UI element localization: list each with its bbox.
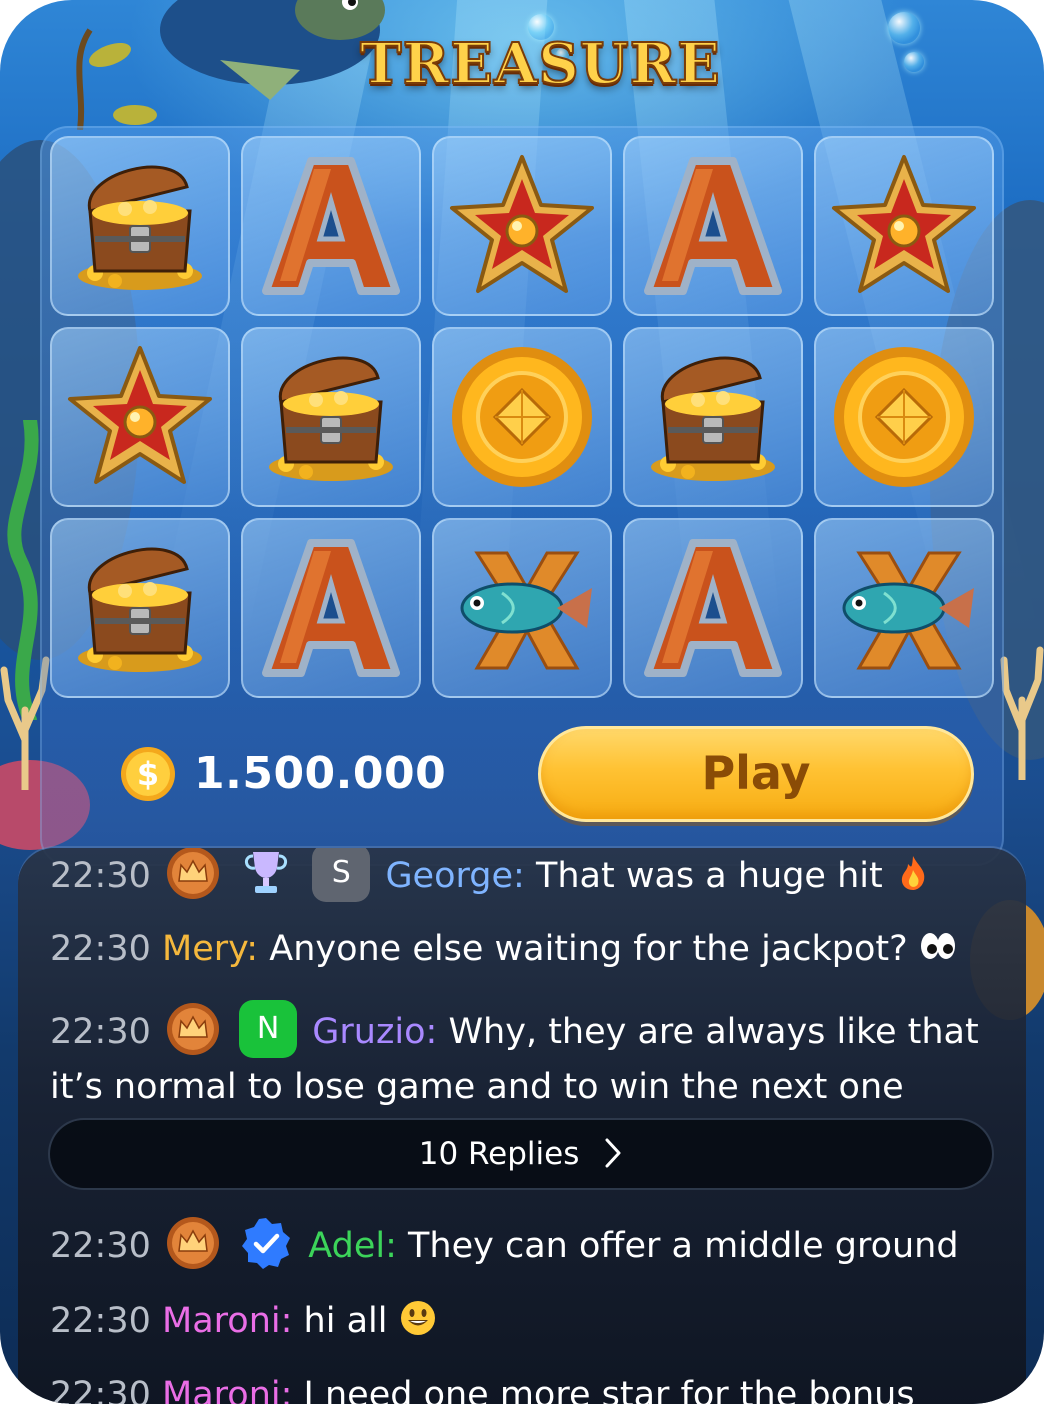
trophy-icon [245,852,288,893]
svg-text:$: $ [137,755,159,793]
fire-icon [901,856,925,890]
seaweed-branch [76,28,157,130]
gold-coin-icon [452,347,592,487]
message-text: Anyone else waiting for the jackpot? [269,929,908,969]
reel-cell [241,518,421,698]
replies-button[interactable]: 10 Replies [48,1118,994,1190]
crown-icon [167,1217,220,1269]
coral-branch [1000,646,1044,780]
message-text: I need one more star for the bonus [303,1375,915,1404]
treasure-chest-icon [651,356,775,481]
letter-a-icon [644,539,782,677]
coin-icon: $ [121,747,175,801]
message-time: 22:30 [50,1375,151,1404]
fish-wild-icon [842,551,974,670]
verified-icon [242,1218,291,1269]
message-text: They can offer a middle ground [408,1226,959,1266]
crown-icon [167,1003,220,1055]
play-button[interactable]: Play [538,726,974,822]
chat-message: 22:30 N Gruzio: Why, they are always lik… [50,1000,996,1062]
chat-message: 22:30 Maroni: I need one more star for t… [50,1372,996,1404]
reel-cell [50,518,230,698]
user-badge-s: S [312,848,371,902]
message-time: 22:30 [50,929,151,969]
reel-cell [50,327,230,507]
gold-coin-icon [834,347,974,487]
starfish-icon [68,346,212,484]
message-user[interactable]: Maroni: [162,1375,292,1404]
message-text: it’s normal to lose game and to win the … [50,1067,904,1107]
reel-cell [623,136,803,316]
message-time: 22:30 [50,856,151,896]
message-user[interactable]: Gruzio: [312,1012,437,1052]
eyes-icon [920,933,955,959]
letter-a-icon [262,539,400,677]
treasure-chest-icon [269,356,393,481]
starfish-icon [832,155,976,293]
game-title: TREASURE [359,30,721,98]
message-user[interactable]: Maroni: [162,1301,292,1341]
reel-cell [50,136,230,316]
treasure-chest-icon [78,165,202,290]
chevron-right-icon [605,1138,621,1167]
letter-a-icon [644,157,782,295]
reel-cell [432,136,612,316]
reel-cell [623,327,803,507]
reel-cell [432,327,612,507]
bubble [888,12,920,44]
fish-wild-icon [460,551,592,670]
message-user[interactable]: Mery: [162,929,258,969]
chat-panel[interactable]: 22:30 S George: That was a huge hit 22:3… [18,848,1026,1404]
reel-cell [814,327,994,507]
message-time: 22:30 [50,1012,151,1052]
reel-cell [241,327,421,507]
replies-label: 10 Replies [418,1136,580,1172]
bubble [904,52,924,72]
chat-message: 22:30 Maroni: hi all [50,1298,996,1344]
treasure-chest-icon [78,547,202,672]
message-text: That was a huge hit [535,856,883,896]
chat-message: 22:30 Adel: They can offer a middle grou… [50,1217,996,1274]
chat-message: 22:30 Mery: Anyone else waiting for the … [50,926,996,972]
letter-a-icon [262,157,400,295]
reel-cell [814,136,994,316]
chat-message: 22:30 S George: That was a huge hit [50,848,996,906]
message-user[interactable]: Adel: [308,1226,397,1266]
user-badge-n: N [239,1000,298,1058]
message-text: hi all [303,1301,388,1341]
starfish-icon [450,155,594,293]
reel-cell [432,518,612,698]
reel-grid [50,136,994,698]
reel-cell [814,518,994,698]
message-time: 22:30 [50,1226,151,1266]
reel-cell [623,518,803,698]
message-text: Why, they are always like that [448,1012,979,1052]
game-screen: TREASURE $ 1.500.000 Play 22:30 S George… [0,0,1044,1404]
crown-icon [167,848,220,899]
reel-cell [241,136,421,316]
message-time: 22:30 [50,1301,151,1341]
chat-message-continuation: it’s normal to lose game and to win the … [50,1064,996,1110]
message-user[interactable]: George: [385,856,524,896]
balance-amount: 1.500.000 [194,748,447,799]
smile-icon [400,1301,435,1335]
